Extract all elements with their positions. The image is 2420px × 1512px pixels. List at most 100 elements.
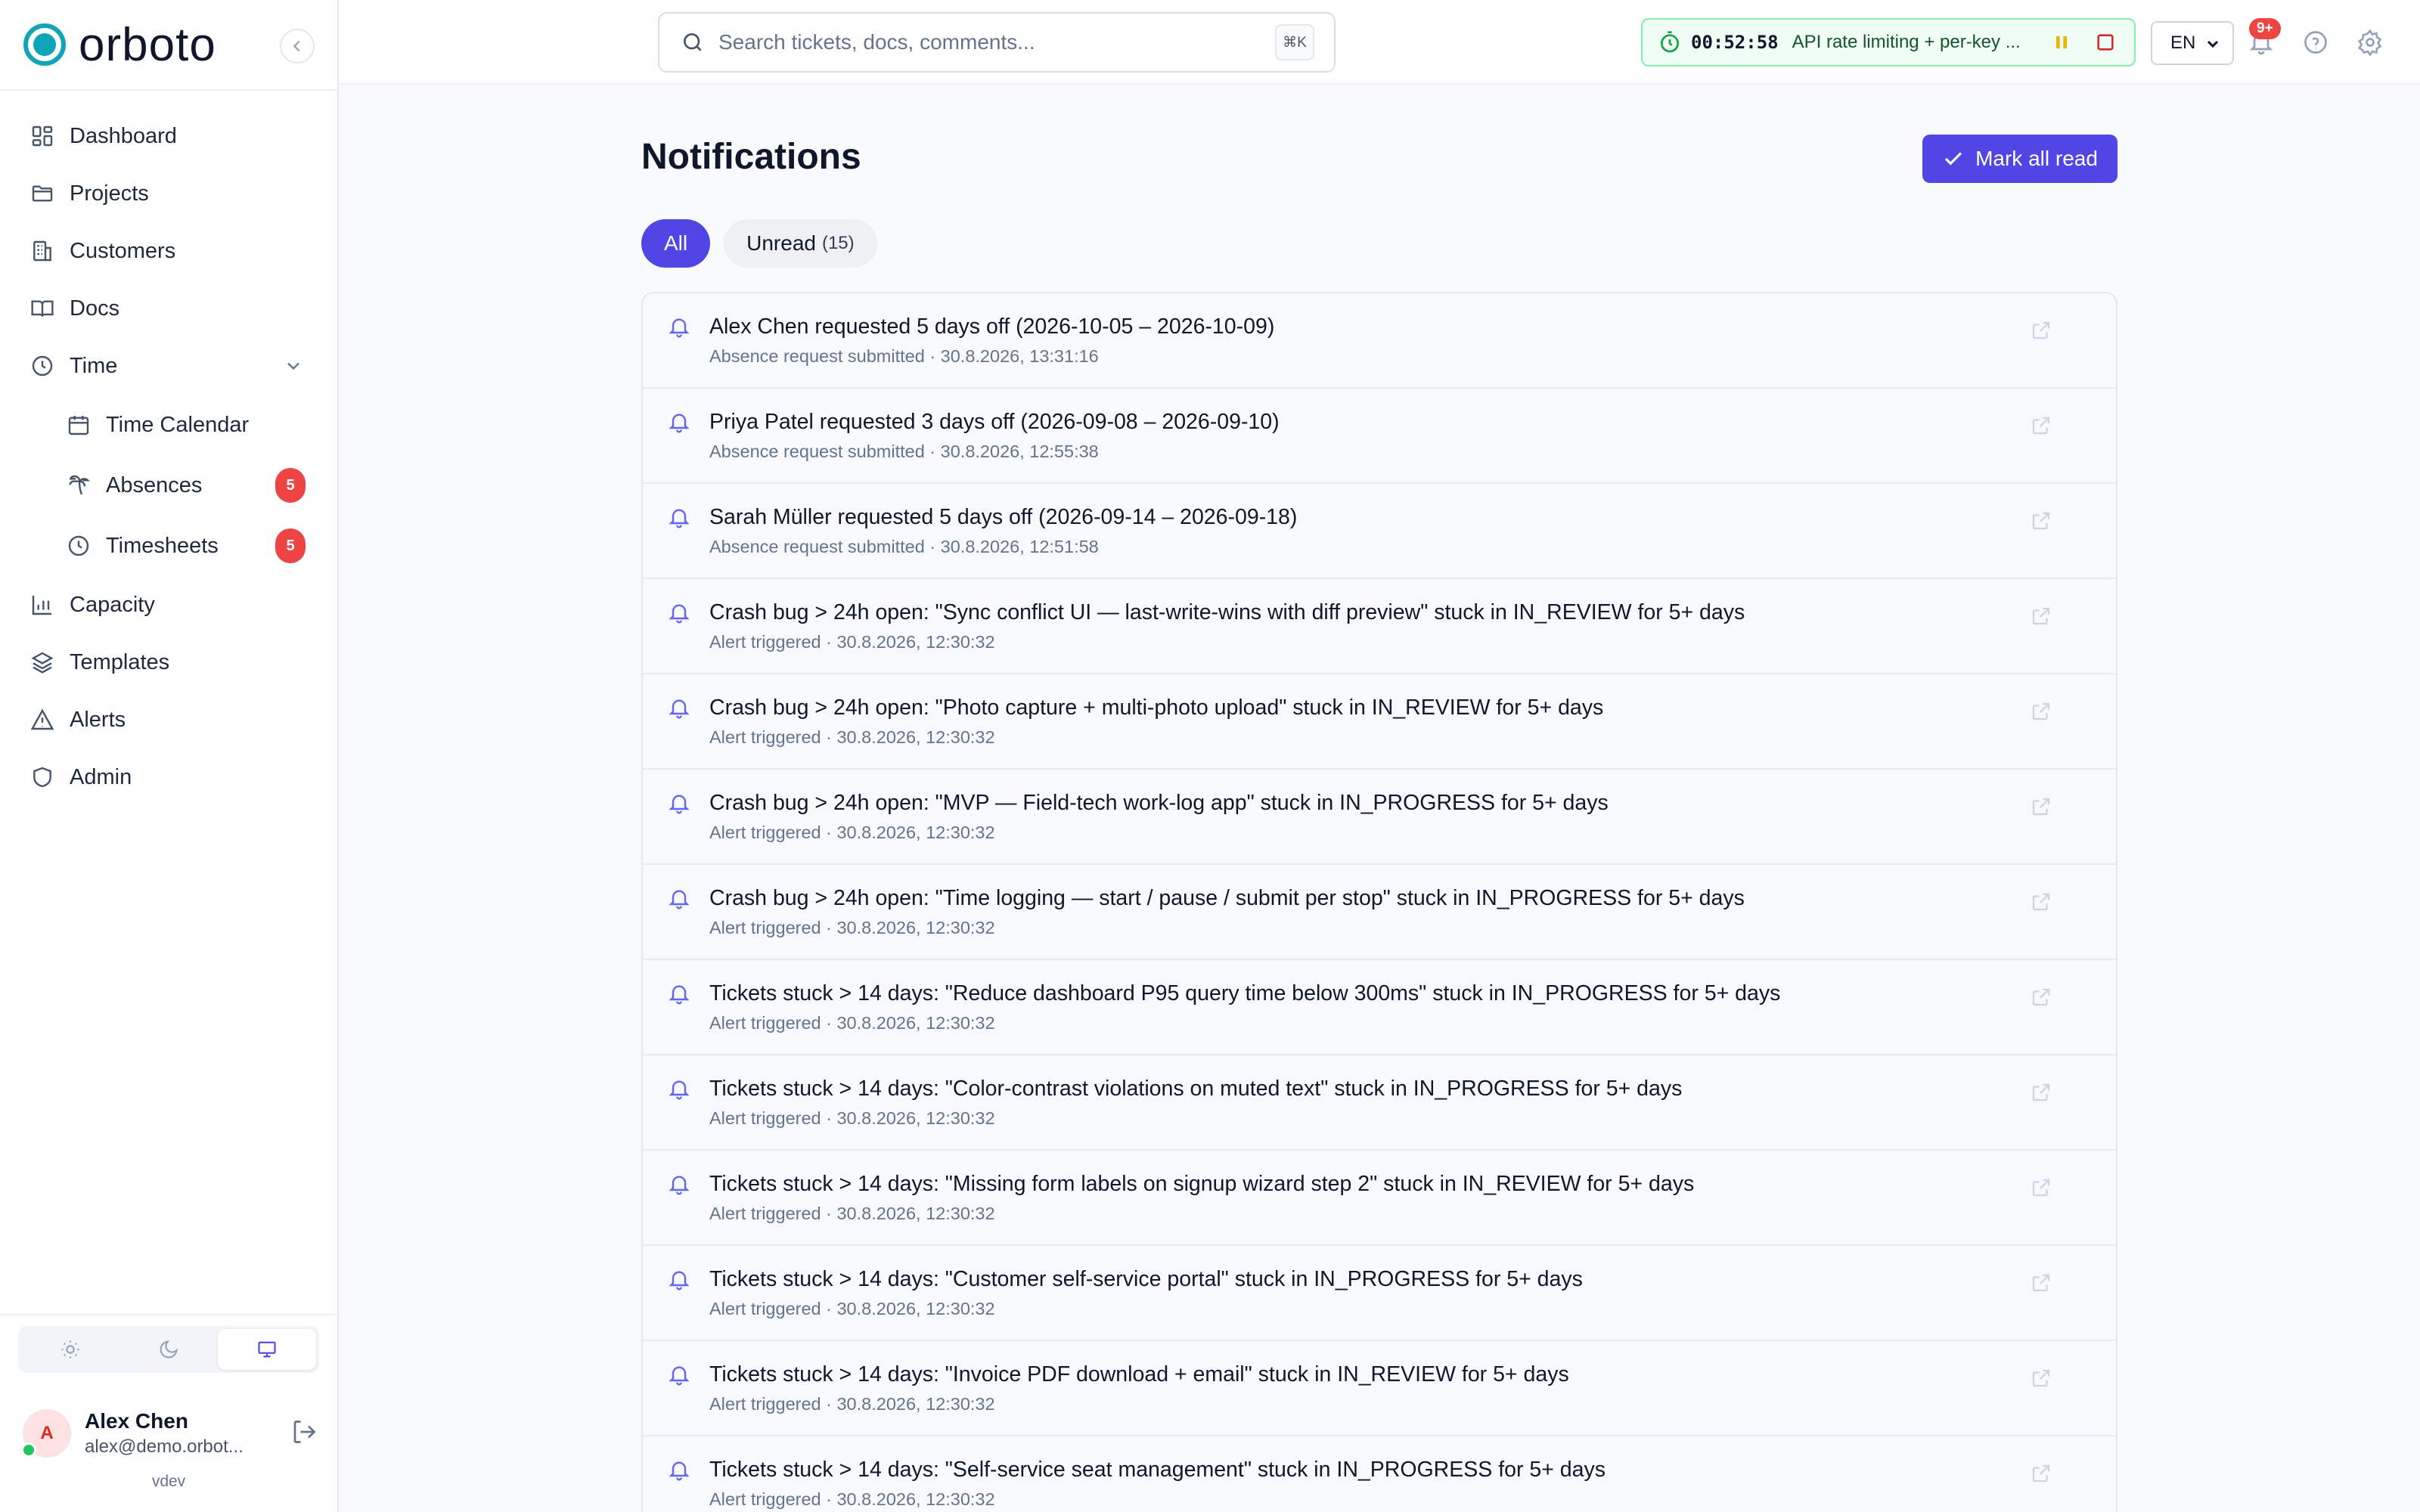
sidebar-item-dashboard[interactable]: Dashboard (0, 107, 337, 165)
notification-title: Tickets stuck > 14 days: "Self-service s… (709, 1458, 1606, 1482)
help-icon[interactable] (2302, 29, 2329, 56)
language-select[interactable]: EN (2151, 21, 2234, 65)
sidebar-item-capacity[interactable]: Capacity (0, 576, 337, 634)
notification-count-badge: 9+ (2249, 18, 2281, 39)
mark-all-read-label: Mark all read (1975, 147, 2098, 170)
sidebar-item-label: Admin (70, 764, 132, 789)
tab-all[interactable]: All (641, 219, 711, 268)
stop-icon[interactable] (2095, 32, 2116, 53)
timer-task-name: API rate limiting + per-key ... (1792, 32, 2021, 52)
user-meta: Alex Chen alex@demo.orbot... (85, 1409, 244, 1458)
tab-label: Unread (746, 231, 816, 255)
notification-item[interactable]: Tickets stuck > 14 days: "Color-contrast… (643, 1055, 2116, 1151)
theme-light-button[interactable] (21, 1329, 119, 1370)
external-link-icon[interactable] (2030, 1367, 2052, 1390)
sidebar-item-absences[interactable]: Absences 5 (0, 455, 337, 516)
notification-item[interactable]: Tickets stuck > 14 days: "Self-service s… (643, 1436, 2116, 1512)
sidebar-item-time[interactable]: Time (0, 337, 337, 395)
sidebar-item-admin[interactable]: Admin (0, 748, 337, 806)
sidebar-nav: Dashboard Projects Customers Docs Time T… (0, 91, 337, 806)
clock-icon (32, 355, 53, 376)
bar-chart-icon (32, 596, 51, 615)
external-link-icon[interactable] (2030, 1176, 2052, 1199)
pause-icon[interactable] (2051, 32, 2072, 53)
user-card[interactable]: A Alex Chen alex@demo.orbot... (21, 1403, 318, 1464)
notification-item[interactable]: Crash bug > 24h open: "Time logging — st… (643, 865, 2116, 960)
bell-icon (669, 1366, 690, 1386)
theme-system-button[interactable] (218, 1329, 316, 1370)
timesheets-count-badge: 5 (275, 528, 306, 563)
sidebar-item-label: Templates (70, 649, 170, 674)
notification-item[interactable]: Tickets stuck > 14 days: "Missing form l… (643, 1151, 2116, 1246)
notification-item[interactable]: Crash bug > 24h open: "Sync conflict UI … (643, 579, 2116, 674)
external-link-icon[interactable] (2030, 510, 2052, 532)
external-link-icon[interactable] (2030, 1081, 2052, 1104)
sidebar-item-time-calendar[interactable]: Time Calendar (0, 395, 337, 455)
notification-item[interactable]: Crash bug > 24h open: "Photo capture + m… (643, 674, 2116, 770)
notification-item[interactable]: Sarah Müller requested 5 days off (2026-… (643, 484, 2116, 579)
sidebar-item-label: Customers (70, 238, 176, 263)
logout-icon[interactable] (290, 1418, 318, 1445)
external-link-icon[interactable] (2030, 1272, 2052, 1294)
search-shortcut-hint: ⌘K (1275, 24, 1314, 60)
search-input[interactable]: Search tickets, docs, comments... ⌘K (658, 12, 1336, 73)
bell-icon (669, 509, 690, 528)
folder-icon (32, 185, 53, 202)
sidebar-item-projects[interactable]: Projects (0, 165, 337, 222)
tab-unread[interactable]: Unread (15) (724, 219, 877, 268)
external-link-icon[interactable] (2030, 414, 2052, 437)
external-link-icon[interactable] (2030, 891, 2052, 913)
notification-item[interactable]: Priya Patel requested 3 days off (2026-0… (643, 389, 2116, 484)
notification-item[interactable]: Alex Chen requested 5 days off (2026-10-… (643, 293, 2116, 389)
monitor-icon (258, 1341, 276, 1358)
building-icon (33, 240, 51, 262)
chevron-down-icon (2207, 40, 2219, 48)
gear-icon[interactable] (2356, 29, 2384, 56)
mark-all-read-button[interactable]: Mark all read (1922, 135, 2118, 183)
notification-item[interactable]: Tickets stuck > 14 days: "Customer self-… (643, 1246, 2116, 1341)
sidebar-item-label: Docs (70, 296, 120, 321)
notification-title: Crash bug > 24h open: "Photo capture + m… (709, 696, 1604, 720)
sidebar-item-docs[interactable]: Docs (0, 280, 337, 337)
sidebar-item-templates[interactable]: Templates (0, 634, 337, 691)
sidebar-item-label: Timesheets (106, 533, 219, 558)
sidebar-item-alerts[interactable]: Alerts (0, 691, 337, 748)
notification-meta: Alert triggered · 30.8.2026, 12:30:32 (709, 632, 995, 652)
sun-icon (61, 1340, 79, 1359)
bell-icon (669, 699, 690, 719)
sidebar-item-label: Time Calendar (106, 412, 250, 437)
notification-title: Alex Chen requested 5 days off (2026-10-… (709, 314, 1275, 339)
external-link-icon[interactable] (2030, 986, 2052, 1009)
notification-item[interactable]: Crash bug > 24h open: "MVP — Field-tech … (643, 770, 2116, 865)
notification-meta: Alert triggered · 30.8.2026, 12:30:32 (709, 1489, 995, 1509)
bell-icon (669, 890, 690, 909)
sidebar: orboto Dashboard Projects Customers Docs… (0, 0, 339, 1512)
moon-icon (160, 1340, 178, 1359)
avatar-initial: A (40, 1423, 54, 1443)
notification-item[interactable]: Tickets stuck > 14 days: "Reduce dashboa… (643, 960, 2116, 1055)
sidebar-item-label: Absences (106, 472, 203, 497)
external-link-icon[interactable] (2030, 700, 2052, 723)
calendar-icon (68, 416, 89, 435)
sidebar-item-customers[interactable]: Customers (0, 222, 337, 280)
external-link-icon[interactable] (2030, 795, 2052, 818)
brand-name: orboto (79, 18, 216, 71)
shield-icon (33, 767, 51, 788)
collapse-sidebar-button[interactable] (280, 29, 315, 64)
stopwatch-icon (1661, 31, 1679, 53)
warning-icon (30, 708, 54, 730)
notification-title: Tickets stuck > 14 days: "Invoice PDF do… (709, 1362, 1569, 1387)
sidebar-item-timesheets[interactable]: Timesheets 5 (0, 516, 337, 576)
notification-meta: Absence request submitted · 30.8.2026, 1… (709, 442, 1099, 461)
check-icon (1944, 152, 1962, 166)
external-link-icon[interactable] (2030, 1462, 2052, 1485)
external-link-icon[interactable] (2030, 319, 2052, 342)
bell-icon (669, 985, 690, 1005)
active-timer[interactable]: 00:52:58 API rate limiting + per-key ... (1641, 18, 2136, 67)
chevron-down-icon (287, 362, 299, 370)
clock-icon (68, 535, 89, 556)
notification-item[interactable]: Tickets stuck > 14 days: "Invoice PDF do… (643, 1341, 2116, 1436)
theme-dark-button[interactable] (119, 1329, 218, 1370)
external-link-icon[interactable] (2030, 605, 2052, 627)
sidebar-item-label: Capacity (70, 592, 155, 617)
